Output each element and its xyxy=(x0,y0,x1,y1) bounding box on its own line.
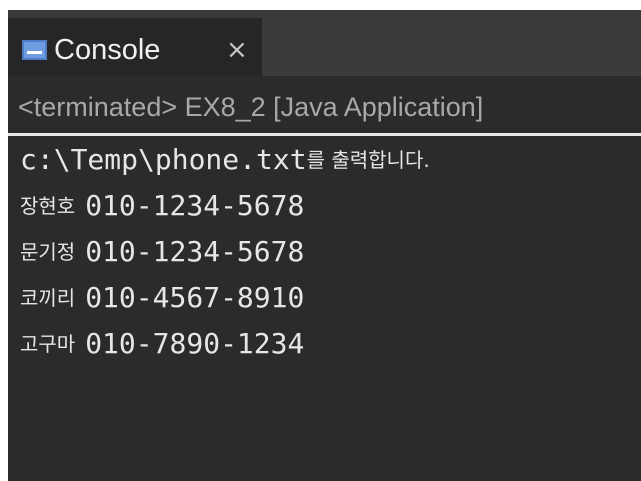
output-row-phone: 010-1234-5678 xyxy=(85,189,305,222)
tab-console[interactable]: Console × xyxy=(8,18,262,76)
view-tab-bar: Console × xyxy=(8,10,641,76)
console-divider xyxy=(8,133,641,136)
output-header-text: 출력합니다. xyxy=(324,148,430,172)
output-row-name: 코끼리 xyxy=(20,286,76,310)
output-header-particle: 를 xyxy=(306,148,325,172)
output-row-phone: 010-7890-1234 xyxy=(85,327,305,360)
console-view: Console × <terminated> EX8_2 [Java Appli… xyxy=(8,10,641,481)
output-row: 장현호 010-1234-5678 xyxy=(20,184,640,230)
output-file-path: c:\Temp\phone.txt xyxy=(20,143,307,176)
close-icon[interactable]: × xyxy=(226,32,248,68)
output-row-phone: 010-1234-5678 xyxy=(85,235,305,268)
tab-console-label: Console xyxy=(54,34,161,66)
console-icon xyxy=(22,40,47,60)
output-row-phone: 010-4567-8910 xyxy=(85,281,305,314)
output-row-name: 문기정 xyxy=(20,240,76,264)
output-row-name: 고구마 xyxy=(20,332,76,356)
output-row-name: 장현호 xyxy=(20,194,76,218)
output-row: 문기정 010-1234-5678 xyxy=(20,230,640,276)
output-row: 코끼리 010-4567-8910 xyxy=(20,276,640,322)
screenshot-frame: Console × <terminated> EX8_2 [Java Appli… xyxy=(0,0,641,481)
output-row: 고구마 010-7890-1234 xyxy=(20,322,640,368)
output-header-line: c:\Temp\phone.txt를 출력합니다. xyxy=(20,138,640,184)
console-status-label: <terminated> EX8_2 [Java Application] xyxy=(8,82,641,132)
console-output[interactable]: c:\Temp\phone.txt를 출력합니다. 장현호 010-1234-56… xyxy=(20,138,640,368)
